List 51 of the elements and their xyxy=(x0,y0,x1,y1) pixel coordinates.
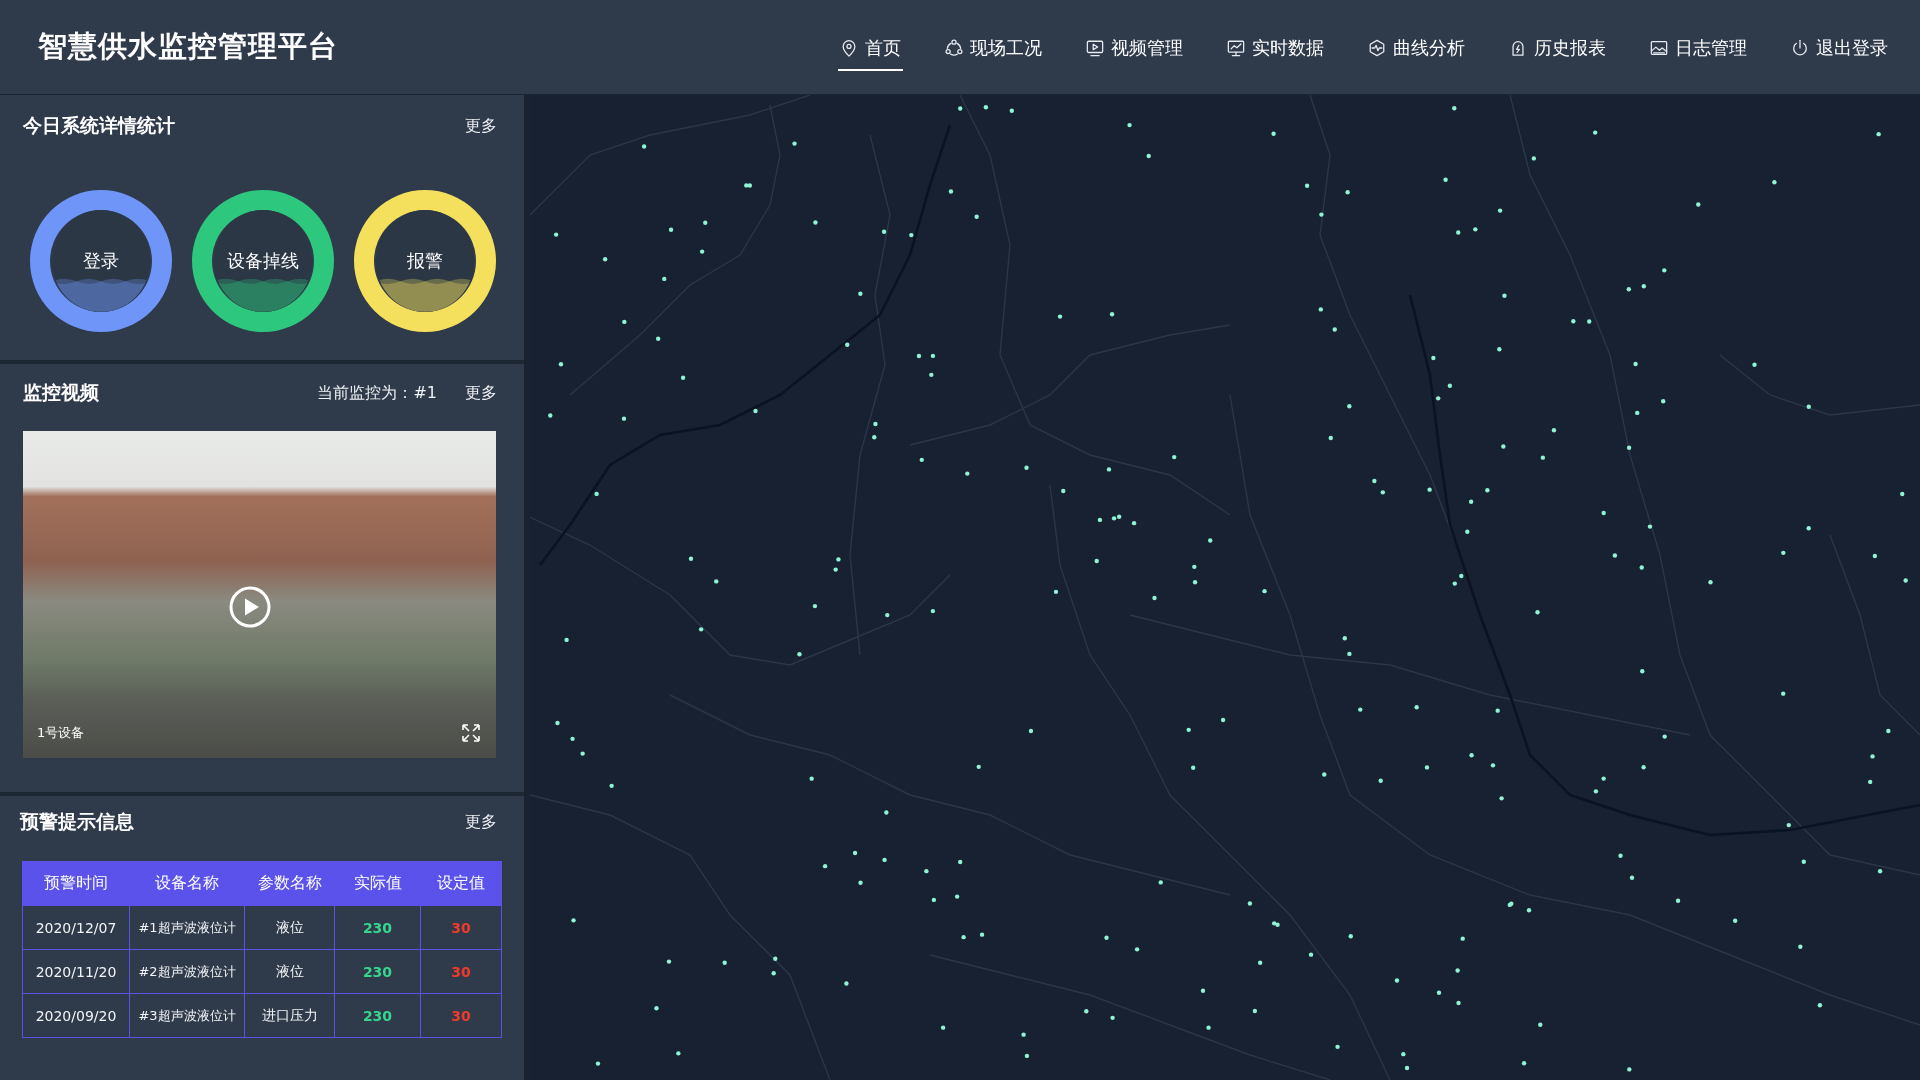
play-icon[interactable] xyxy=(229,586,271,628)
table-cell: 230 xyxy=(334,905,421,950)
video-frame-placeholder[interactable] xyxy=(23,431,496,758)
app-title: 智慧供水监控管理平台 xyxy=(38,28,338,65)
nav-tab[interactable]: 历史报表 xyxy=(1507,29,1608,71)
gauge-label: 报警 xyxy=(407,249,443,273)
nav-tab[interactable]: 曲线分析 xyxy=(1366,29,1467,71)
nav-tab[interactable]: 实时数据 xyxy=(1225,29,1326,71)
panel-title: 预警提示信息 xyxy=(20,809,134,834)
more-link[interactable]: 更多 xyxy=(465,382,497,404)
table-cell: 进口压力 xyxy=(244,993,335,1038)
gauge-label: 设备掉线 xyxy=(227,249,299,273)
nav-tab[interactable]: 现场工况 xyxy=(943,29,1044,71)
table-cell: 2020/11/20 xyxy=(22,949,130,994)
shield-bolt-icon xyxy=(1509,38,1527,57)
panel-title: 今日系统详情统计 xyxy=(23,113,175,138)
video-caption: 1号设备 xyxy=(37,724,85,742)
column-header: 设备名称 xyxy=(129,861,245,906)
column-header: 预警时间 xyxy=(22,861,130,906)
more-link[interactable]: 更多 xyxy=(465,115,497,137)
image-icon xyxy=(1650,38,1668,57)
more-link[interactable]: 更多 xyxy=(465,811,497,833)
table-cell: 230 xyxy=(334,993,421,1038)
nodes-icon xyxy=(945,38,963,57)
table-cell: 液位 xyxy=(244,949,335,994)
table-cell: 2020/09/20 xyxy=(22,993,130,1038)
nav-tab[interactable]: 首页 xyxy=(838,29,903,71)
table-cell: 30 xyxy=(420,993,502,1038)
power-icon xyxy=(1791,38,1809,57)
nav-tab[interactable]: 退出登录 xyxy=(1789,29,1890,71)
column-header: 设定值 xyxy=(420,861,502,906)
video-screen-icon xyxy=(1086,38,1104,57)
table-cell: #3超声波液位计 xyxy=(129,993,245,1038)
monitor-chart-icon xyxy=(1227,38,1245,57)
column-header: 参数名称 xyxy=(244,861,335,906)
nav-tab[interactable]: 视频管理 xyxy=(1084,29,1185,71)
table-cell: 230 xyxy=(334,949,421,994)
gauge-label: 登录 xyxy=(83,249,119,273)
table-cell: 30 xyxy=(420,905,502,950)
nav-tab[interactable]: 日志管理 xyxy=(1648,29,1749,71)
panel-title: 监控视频 xyxy=(23,380,99,405)
table-cell: 30 xyxy=(420,949,502,994)
location-pin-icon xyxy=(840,38,858,57)
table-cell: #1超声波液位计 xyxy=(129,905,245,950)
current-camera-label: 当前监控为：#1 xyxy=(317,382,437,404)
column-header: 实际值 xyxy=(334,861,421,906)
table-cell: #2超声波液位计 xyxy=(129,949,245,994)
table-cell: 2020/12/07 xyxy=(22,905,130,950)
expand-icon[interactable] xyxy=(462,724,480,742)
hexagon-pulse-icon xyxy=(1368,38,1386,57)
table-cell: 液位 xyxy=(244,905,335,950)
